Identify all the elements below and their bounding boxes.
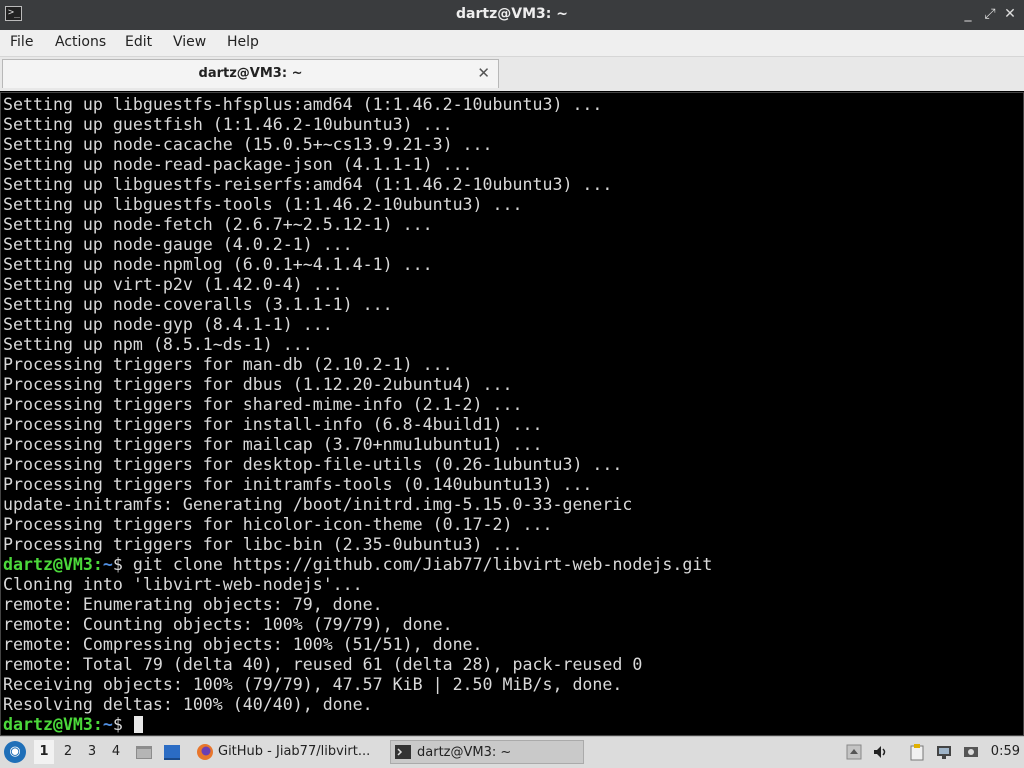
window-titlebar[interactable]: >_ dartz@VM3: ~ _ ⤢ ✕ xyxy=(0,0,1024,30)
terminal-line: Setting up guestfish (1:1.46.2-10ubuntu3… xyxy=(3,115,453,134)
tray-up-arrow-icon[interactable] xyxy=(845,743,863,761)
terminal-line: Setting up node-fetch (2.6.7+~2.5.12-1) … xyxy=(3,215,433,234)
tab-bar: dartz@VM3: ~ ✕ xyxy=(0,57,1024,91)
prompt-separator: : xyxy=(92,555,103,574)
window-title: dartz@VM3: ~ xyxy=(456,6,568,22)
terminal-line: Setting up node-npmlog (6.0.1+~4.1.4-1) … xyxy=(3,255,433,274)
terminal-line: Processing triggers for dbus (1.12.20-2u… xyxy=(3,375,513,394)
workspace-3[interactable]: 3 xyxy=(82,740,102,764)
screen-capture-icon[interactable] xyxy=(962,743,980,761)
terminal-line: Setting up node-coveralls (3.1.1-1) ... xyxy=(3,295,393,314)
prompt-user: dartz@VM3 xyxy=(3,715,93,734)
terminal-line: update-initramfs: Generating /boot/initr… xyxy=(3,495,633,514)
menu-help[interactable]: Help xyxy=(227,34,259,50)
terminal-line: Receiving objects: 100% (79/79), 47.57 K… xyxy=(3,675,623,694)
show-desktop-icon[interactable] xyxy=(163,743,181,761)
terminal-line: Setting up libguestfs-hfsplus:amd64 (1:1… xyxy=(3,95,603,114)
terminal-line: Setting up node-gyp (8.4.1-1) ... xyxy=(3,315,333,334)
prompt-user: dartz@VM3 xyxy=(3,555,93,574)
minimize-icon: _ xyxy=(964,6,972,22)
terminal-line: Processing triggers for hicolor-icon-the… xyxy=(3,515,553,534)
terminal-line: Setting up libguestfs-tools (1:1.46.2-10… xyxy=(3,195,523,214)
task-firefox[interactable]: GitHub - Jiab77/libvirt... xyxy=(194,740,386,764)
menu-bar: File Actions Edit View Help xyxy=(0,30,1024,57)
menu-actions[interactable]: Actions xyxy=(55,34,106,50)
terminal-line: Processing triggers for install-info (6.… xyxy=(3,415,543,434)
workspace-4[interactable]: 4 xyxy=(106,740,126,764)
terminal-line: Processing triggers for desktop-file-uti… xyxy=(3,455,623,474)
taskbar: ◉ 1 2 3 4 GitHub - Jiab77/libvirt... dar… xyxy=(0,736,1024,768)
terminal-cursor xyxy=(133,716,143,733)
terminal-line: Processing triggers for man-db (2.10.2-1… xyxy=(3,355,453,374)
prompt-separator: : xyxy=(92,715,103,734)
terminal-line: Setting up libguestfs-reiserfs:amd64 (1:… xyxy=(3,175,613,194)
tab-terminal[interactable]: dartz@VM3: ~ ✕ xyxy=(2,59,499,88)
tab-label: dartz@VM3: ~ xyxy=(198,66,303,81)
file-manager-icon[interactable] xyxy=(135,743,153,761)
prompt-symbol: $ xyxy=(112,555,133,574)
clock[interactable]: 0:59 xyxy=(991,744,1020,759)
maximize-button[interactable]: ⤢ xyxy=(980,4,1000,24)
close-button[interactable]: ✕ xyxy=(1000,4,1020,24)
start-menu-icon[interactable]: ◉ xyxy=(4,741,26,763)
terminal-line: remote: Enumerating objects: 79, done. xyxy=(3,595,383,614)
terminal-line: Resolving deltas: 100% (40/40), done. xyxy=(3,695,373,714)
volume-icon[interactable] xyxy=(872,743,890,761)
clipboard-icon[interactable] xyxy=(908,743,926,761)
task-terminal[interactable]: dartz@VM3: ~ xyxy=(390,740,584,764)
terminal-command: git clone https://github.com/Jiab77/libv… xyxy=(132,555,713,574)
prompt-path: ~ xyxy=(102,715,113,734)
menu-file[interactable]: File xyxy=(10,34,33,50)
terminal-line: Setting up npm (8.5.1~ds-1) ... xyxy=(3,335,313,354)
menu-view[interactable]: View xyxy=(173,34,206,50)
terminal-line: Setting up node-cacache (15.0.5+~cs13.9.… xyxy=(3,135,493,154)
terminal-prompt-line: dartz@VM3:~$ xyxy=(3,715,712,735)
close-icon: ✕ xyxy=(1004,6,1016,22)
terminal-line: Cloning into 'libvirt-web-nodejs'... xyxy=(3,575,363,594)
terminal-prompt-line: dartz@VM3:~$ git clone https://github.co… xyxy=(3,555,712,575)
terminal-line: remote: Counting objects: 100% (79/79), … xyxy=(3,615,453,634)
terminal-output: Setting up libguestfs-hfsplus:amd64 (1:1… xyxy=(3,95,712,735)
prompt-path: ~ xyxy=(102,555,113,574)
network-icon[interactable] xyxy=(935,743,953,761)
terminal-line: Processing triggers for mailcap (3.70+nm… xyxy=(3,435,543,454)
terminal-line: Setting up node-gauge (4.0.2-1) ... xyxy=(3,235,353,254)
terminal-line: remote: Compressing objects: 100% (51/51… xyxy=(3,635,483,654)
terminal-icon xyxy=(395,745,411,759)
workspace-1[interactable]: 1 xyxy=(34,740,54,764)
prompt-symbol: $ xyxy=(112,715,133,734)
task-label: GitHub - Jiab77/libvirt... xyxy=(218,744,371,759)
task-label: dartz@VM3: ~ xyxy=(417,745,512,760)
maximize-icon: ⤢ xyxy=(984,6,996,22)
workspace-2[interactable]: 2 xyxy=(58,740,78,764)
firefox-icon xyxy=(197,744,213,760)
terminal-line: Setting up virt-p2v (1.42.0-4) ... xyxy=(3,275,343,294)
menu-edit[interactable]: Edit xyxy=(125,34,152,50)
minimize-button[interactable]: _ xyxy=(958,4,978,24)
terminal-line: Processing triggers for initramfs-tools … xyxy=(3,475,593,494)
terminal-view[interactable]: Setting up libguestfs-hfsplus:amd64 (1:1… xyxy=(0,92,1024,736)
terminal-line: Processing triggers for libc-bin (2.35-0… xyxy=(3,535,523,554)
terminal-line: Setting up node-read-package-json (4.1.1… xyxy=(3,155,473,174)
terminal-line: Processing triggers for shared-mime-info… xyxy=(3,395,523,414)
terminal-line: remote: Total 79 (delta 40), reused 61 (… xyxy=(3,655,643,674)
tab-close-icon[interactable]: ✕ xyxy=(477,64,490,82)
